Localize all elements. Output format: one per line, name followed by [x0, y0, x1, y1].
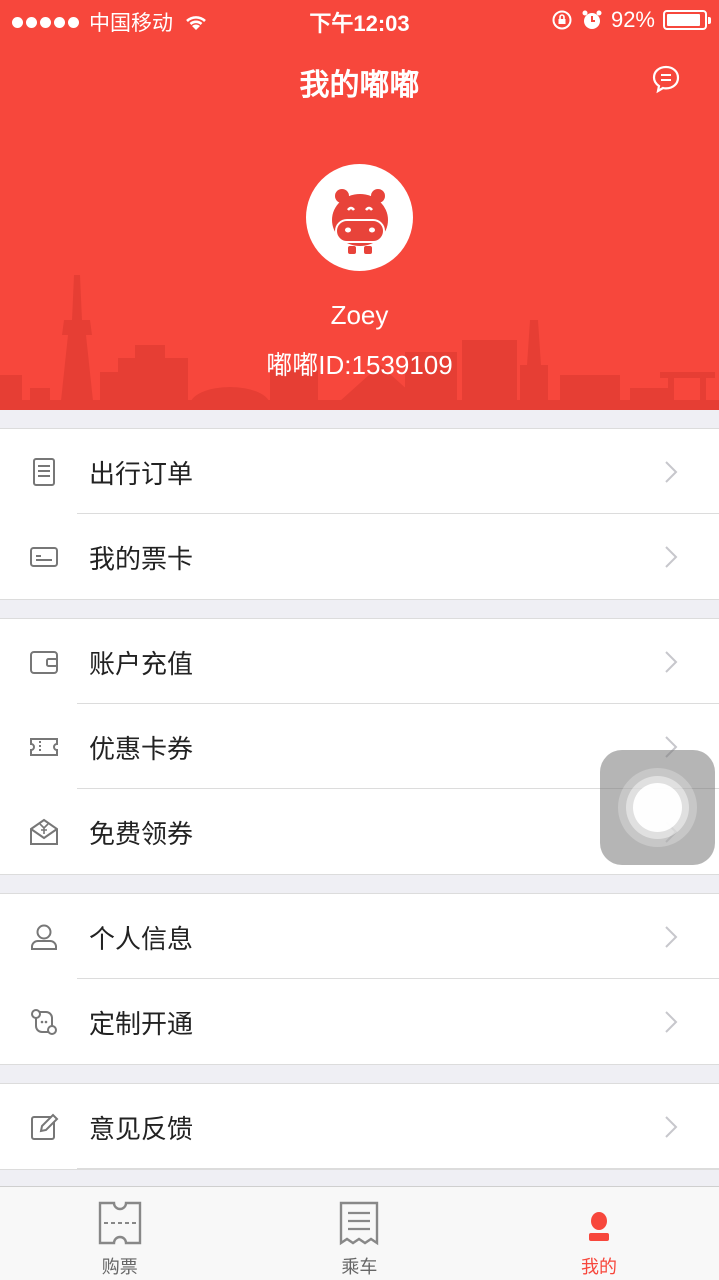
page-title: 我的嘟嘟: [299, 69, 420, 102]
battery-icon: [663, 10, 711, 30]
menu-item-feedback[interactable]: 意见反馈: [0, 1084, 719, 1169]
menu-item-label: 优惠卡券: [89, 734, 194, 764]
menu-item-label: 出行订单: [89, 459, 194, 489]
menu-item-ticket-cards[interactable]: 我的票卡: [0, 514, 719, 599]
yuan-envelope-icon: [30, 818, 58, 845]
message-icon[interactable]: [651, 64, 681, 94]
chevron-right-icon: [665, 1011, 678, 1033]
wallet-icon: [30, 651, 58, 674]
menu-item-custom-service[interactable]: 定制开通: [0, 979, 719, 1064]
chevron-right-icon: [665, 1116, 678, 1138]
city-skyline-decoration: [0, 275, 719, 410]
menu-group-feedback: 意见反馈: [0, 1083, 719, 1170]
rotation-lock-icon: [552, 10, 572, 30]
tab-label: 乘车: [341, 1257, 378, 1277]
section-gap: [0, 600, 719, 618]
menu-item-orders[interactable]: 出行订单: [0, 429, 719, 514]
menu-item-label: 意见反馈: [89, 1114, 194, 1144]
assistive-touch-button[interactable]: [600, 750, 715, 865]
menu-item-recharge[interactable]: 账户充值: [0, 619, 719, 704]
user-id: 嘟嘟ID:1539109: [266, 350, 453, 380]
menu-item-label: 免费领券: [89, 819, 194, 849]
profile-icon: [588, 1212, 609, 1241]
ticket-icon: [98, 1201, 141, 1245]
username: Zoey: [330, 300, 389, 330]
person-icon: [31, 924, 57, 950]
edit-icon: [31, 1113, 59, 1140]
chevron-right-icon: [665, 461, 678, 483]
menu-item-label: 我的票卡: [89, 544, 194, 574]
section-gap: [0, 875, 719, 893]
battery-percent: 92%: [610, 7, 655, 32]
status-bar: 中国移动 下午12:03 92%: [0, 0, 719, 40]
tab-mine[interactable]: 我的: [479, 1187, 719, 1280]
chevron-right-icon: [665, 546, 678, 568]
menu-item-label: 个人信息: [89, 924, 194, 954]
order-list-icon: [33, 458, 55, 486]
tab-label: 我的: [580, 1257, 617, 1277]
profile-header: 中国移动 下午12:03 92% 我的嘟嘟 Zoey 嘟嘟ID:1539109: [0, 0, 719, 410]
menu-group-personal: 个人信息 定制开通: [0, 893, 719, 1065]
section-gap: [0, 410, 719, 428]
tab-bar: 购票 乘车 我的: [0, 1186, 719, 1280]
tab-label: 购票: [101, 1257, 138, 1277]
coupon-icon: [30, 738, 58, 756]
divider: [77, 1168, 719, 1169]
menu-group-orders: 出行订单 我的票卡: [0, 428, 719, 600]
menu-item-personal-info[interactable]: 个人信息: [0, 894, 719, 979]
ticket-card-icon: [30, 547, 58, 567]
chevron-right-icon: [665, 926, 678, 948]
alarm-icon: [582, 10, 602, 29]
tab-ride[interactable]: 乘车: [240, 1187, 480, 1280]
tab-buy-ticket[interactable]: 购票: [0, 1187, 240, 1280]
hippo-avatar-icon: [331, 188, 388, 254]
chevron-right-icon: [665, 651, 678, 673]
menu-item-label: 账户充值: [89, 649, 194, 679]
route-icon: [31, 1009, 57, 1035]
receipt-icon: [340, 1201, 379, 1246]
section-gap: [0, 1065, 719, 1083]
avatar[interactable]: [306, 164, 413, 271]
menu-item-label: 定制开通: [89, 1009, 194, 1039]
